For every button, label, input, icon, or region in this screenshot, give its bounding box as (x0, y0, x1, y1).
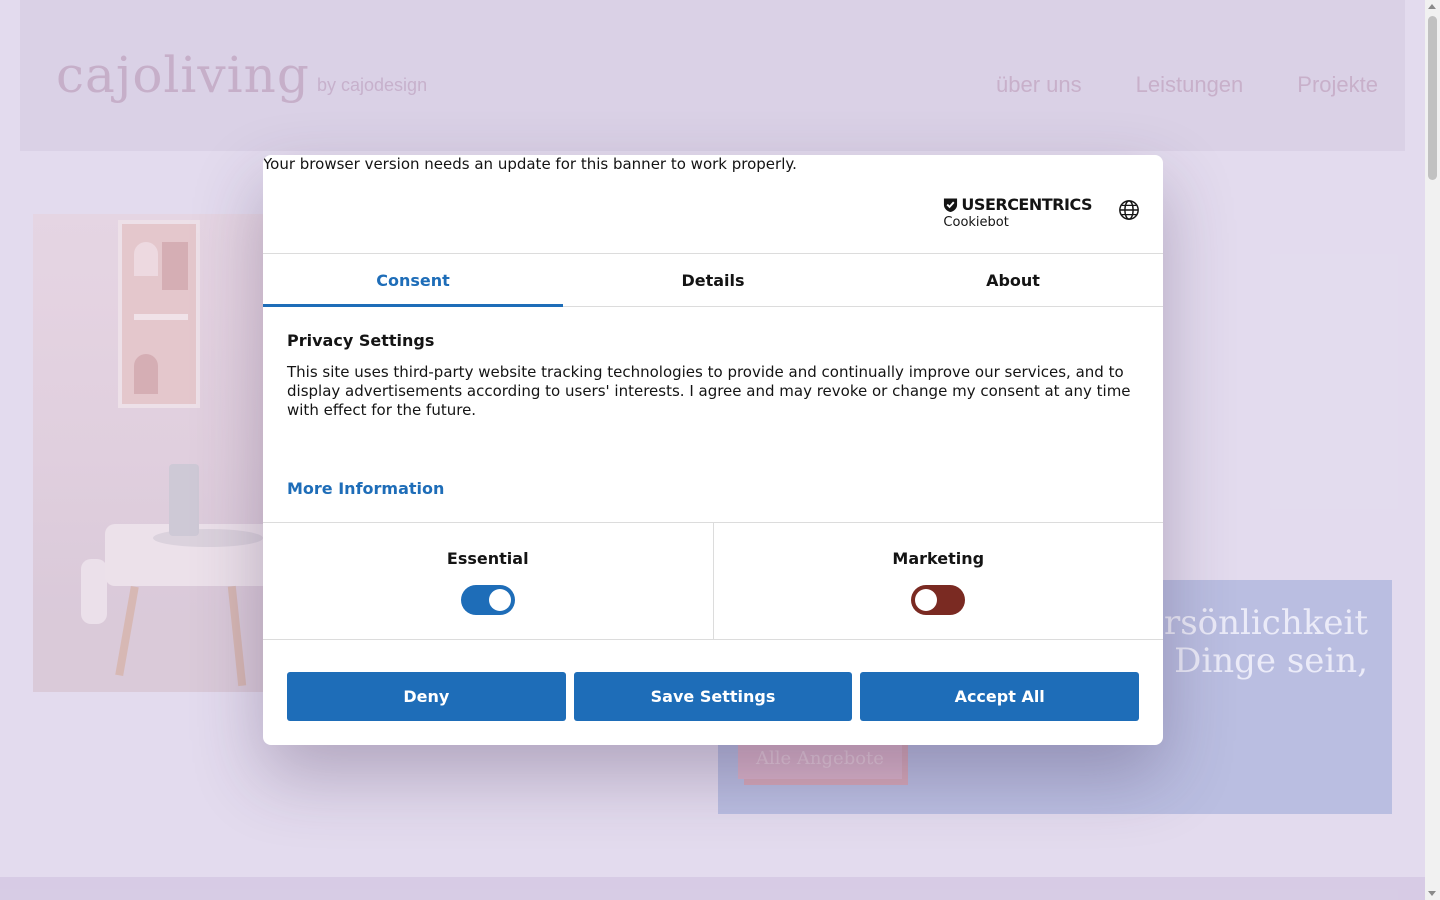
privacy-settings-heading: Privacy Settings (287, 331, 435, 350)
scroll-up-icon[interactable] (1428, 4, 1436, 9)
essential-toggle[interactable] (460, 585, 515, 615)
essential-label: Essential (446, 549, 529, 568)
tab-consent[interactable]: Consent (263, 254, 563, 307)
marketing-toggle[interactable] (911, 585, 966, 615)
cookie-consent-dialog: Your browser version needs an update for… (263, 155, 1163, 745)
consent-toggles: Essential Marketing (263, 522, 1163, 640)
tab-details[interactable]: Details (563, 254, 863, 306)
toggle-cell-marketing: Marketing (712, 523, 1164, 639)
consent-tabs: Consent Details About (263, 253, 1163, 307)
scrollbar-thumb[interactable] (1428, 16, 1437, 180)
deny-button[interactable]: Deny (287, 672, 566, 721)
globe-icon[interactable] (1118, 199, 1140, 221)
brand-product: Cookiebot (943, 215, 1009, 230)
tab-about[interactable]: About (863, 254, 1163, 306)
cookiebot-brand: USERCENTRICS Cookiebot (943, 195, 1092, 230)
browser-update-message: Your browser version needs an update for… (263, 155, 797, 173)
save-settings-button[interactable]: Save Settings (573, 672, 853, 721)
scroll-down-icon[interactable] (1428, 891, 1436, 896)
consent-buttons: Deny Save Settings Accept All (287, 672, 1140, 721)
toggle-cell-essential: Essential (263, 523, 713, 639)
privacy-settings-body: This site uses third-party website track… (287, 363, 1131, 419)
accept-all-button[interactable]: Accept All (860, 672, 1140, 721)
consent-content: Privacy Settings This site uses third-pa… (287, 331, 1139, 420)
brand-name: USERCENTRICS (961, 195, 1092, 214)
marketing-label: Marketing (892, 549, 985, 568)
shield-icon (944, 197, 958, 212)
page-scrollbar[interactable] (1425, 0, 1440, 900)
more-information-link[interactable]: More Information (287, 479, 444, 498)
